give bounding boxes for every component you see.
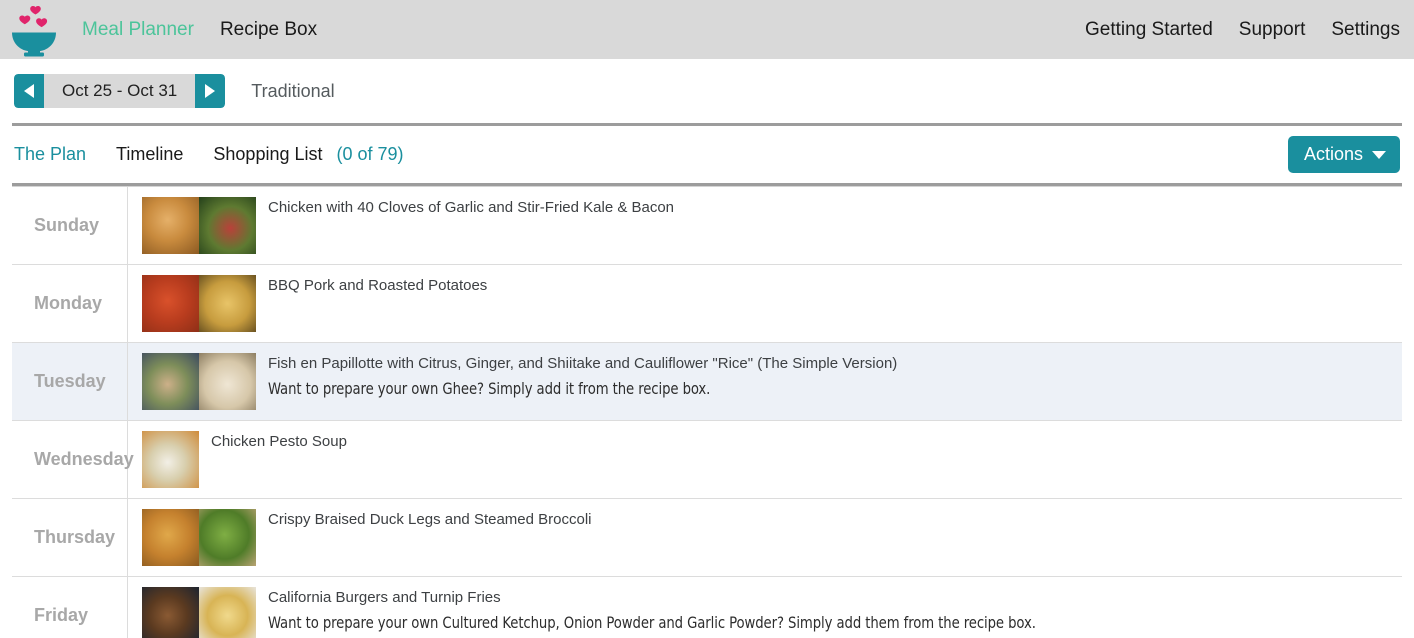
triangle-left-icon <box>24 84 34 98</box>
meal-thumbnail-strip[interactable] <box>142 431 199 488</box>
recipe-link[interactable]: Crispy Braised Duck Legs <box>268 511 441 528</box>
tab-bar: The Plan Timeline Shopping List (0 of 79… <box>0 126 1414 183</box>
day-row: Wednesday Chicken Pesto Soup <box>12 421 1402 499</box>
day-label-wednesday: Wednesday <box>34 449 134 469</box>
recipe-conjunction: and <box>483 199 518 216</box>
nav-link-settings[interactable]: Settings <box>1331 20 1400 39</box>
nav-link-recipe-box[interactable]: Recipe Box <box>220 20 317 39</box>
previous-week-button[interactable] <box>14 74 44 108</box>
day-label-cell: Tuesday <box>12 343 128 420</box>
shopping-list-count[interactable]: (0 of 79) <box>337 144 404 165</box>
meal-title-line: Chicken Pesto Soup <box>211 432 1402 452</box>
recipe-link[interactable]: Roasted Potatoes <box>368 277 487 294</box>
day-content-cell: Chicken Pesto Soup <box>128 421 1402 498</box>
meal-text-block: Fish en Papillotte with Citrus, Ginger, … <box>268 353 1402 398</box>
day-row: Tuesday Fish en Papillotte with Citrus, G… <box>12 343 1402 421</box>
meal-thumbnail-strip[interactable] <box>142 509 256 566</box>
duck-legs-thumb[interactable] <box>142 509 199 566</box>
recipe-conjunction: and <box>600 355 635 372</box>
meal-thumbnail-strip[interactable] <box>142 197 256 254</box>
day-row: Sunday Chicken with 40 Cloves of Garlic a… <box>12 187 1402 265</box>
app-header: Meal Planner Recipe Box Getting Started … <box>0 0 1414 59</box>
recipe-link[interactable]: BBQ Pork <box>268 277 335 294</box>
day-label-cell: Monday <box>12 265 128 342</box>
recipe-conjunction: and <box>440 511 474 528</box>
meal-text-block: California Burgers and Turnip Fries Want … <box>268 587 1402 632</box>
day-label-friday: Friday <box>34 605 89 625</box>
day-label-cell: Sunday <box>12 187 128 264</box>
tab-timeline[interactable]: Timeline <box>116 144 183 165</box>
cauliflower-rice-thumb[interactable] <box>199 353 256 410</box>
nav-link-support[interactable]: Support <box>1239 20 1306 39</box>
date-navigation-bar: Oct 25 - Oct 31 Traditional <box>0 59 1414 123</box>
kale-bacon-thumb[interactable] <box>199 197 256 254</box>
recipe-conjunction: and <box>334 277 369 294</box>
triangle-right-icon <box>205 84 216 98</box>
day-content-cell: BBQ Pork and Roasted Potatoes <box>128 265 1402 342</box>
meal-plan-table: Sunday Chicken with 40 Cloves of Garlic a… <box>12 186 1402 638</box>
day-content-cell: Crispy Braised Duck Legs and Steamed Bro… <box>128 499 1402 576</box>
day-label-cell: Wednesday <box>12 421 134 498</box>
meal-title-line: Fish en Papillotte with Citrus, Ginger, … <box>268 354 1402 374</box>
tab-list: The Plan Timeline Shopping List (0 of 79… <box>14 144 404 165</box>
day-row: Thursday Crispy Braised Duck Legs and Ste… <box>12 499 1402 577</box>
day-label-sunday: Sunday <box>34 215 100 235</box>
chicken-garlic-thumb[interactable] <box>142 197 199 254</box>
tab-the-plan[interactable]: The Plan <box>14 144 86 165</box>
bowl-with-hearts-logo[interactable] <box>8 3 60 57</box>
day-label-cell: Friday <box>12 577 128 638</box>
meal-title-line: BBQ Pork and Roasted Potatoes <box>268 276 1402 296</box>
roasted-potatoes-thumb[interactable] <box>199 275 256 332</box>
utility-nav: Getting Started Support Settings <box>1085 20 1400 39</box>
week-navigator: Oct 25 - Oct 31 <box>14 74 226 108</box>
day-label-thursday: Thursday <box>34 527 116 547</box>
tab-shopping-list[interactable]: Shopping List <box>213 144 322 165</box>
meal-thumbnail-strip[interactable] <box>142 353 256 410</box>
bbq-pork-thumb[interactable] <box>142 275 199 332</box>
recipe-link[interactable]: California Burgers <box>268 589 388 606</box>
recipe-link[interactable]: Steamed Broccoli <box>474 511 592 528</box>
recipe-link[interactable]: Turnip Fries <box>421 589 500 606</box>
meal-title-line: California Burgers and Turnip Fries <box>268 588 1402 608</box>
day-content-cell: Chicken with 40 Cloves of Garlic and Sti… <box>128 187 1402 264</box>
plan-type-label: Traditional <box>251 80 335 101</box>
recipe-link[interactable]: Chicken Pesto Soup <box>211 433 347 450</box>
recipe-link[interactable]: Fish en Papillotte with Citrus, Ginger, … <box>268 355 601 372</box>
meal-text-block: Crispy Braised Duck Legs and Steamed Bro… <box>268 509 1402 530</box>
meal-title-line: Crispy Braised Duck Legs and Steamed Bro… <box>268 510 1402 530</box>
day-row: Friday California Burgers and Turnip Frie… <box>12 577 1402 638</box>
steamed-broccoli-thumb[interactable] <box>199 509 256 566</box>
recipe-link[interactable]: Chicken with 40 Cloves of Garlic <box>268 199 484 216</box>
actions-button[interactable]: Actions <box>1287 136 1400 173</box>
meal-title-line: Chicken with 40 Cloves of Garlic and Sti… <box>268 198 1402 218</box>
california-burgers-thumb[interactable] <box>142 587 199 638</box>
meal-text-block: Chicken Pesto Soup <box>211 431 1402 452</box>
fish-papillote-thumb[interactable] <box>142 353 199 410</box>
meal-text-block: BBQ Pork and Roasted Potatoes <box>268 275 1402 296</box>
prep-note: Want to prepare your own Ghee? Simply ad… <box>268 379 711 398</box>
chicken-pesto-soup-thumb[interactable] <box>142 431 199 488</box>
day-row: Monday BBQ Pork and Roasted Potatoes <box>12 265 1402 343</box>
week-range-label[interactable]: Oct 25 - Oct 31 <box>44 74 196 108</box>
recipe-link[interactable]: Cauliflower "Rice" (The Simple Version) <box>634 355 897 372</box>
recipe-conjunction: and <box>388 589 422 606</box>
prep-note: Want to prepare your own Cultured Ketchu… <box>268 613 1036 632</box>
meal-thumbnail-strip[interactable] <box>142 275 256 332</box>
meal-thumbnail-strip[interactable] <box>142 587 256 638</box>
day-label-tuesday: Tuesday <box>34 371 106 391</box>
primary-nav: Meal Planner Recipe Box <box>82 20 317 39</box>
day-content-cell: California Burgers and Turnip Fries Want … <box>128 577 1402 638</box>
nav-link-getting-started[interactable]: Getting Started <box>1085 20 1213 39</box>
day-label-cell: Thursday <box>12 499 128 576</box>
nav-link-meal-planner[interactable]: Meal Planner <box>82 20 194 39</box>
next-week-button[interactable] <box>195 74 226 108</box>
actions-button-label: Actions <box>1303 144 1363 164</box>
chevron-down-icon <box>1372 150 1386 159</box>
day-label-monday: Monday <box>34 293 103 313</box>
recipe-link[interactable]: Stir-Fried Kale & Bacon <box>517 199 674 216</box>
meal-text-block: Chicken with 40 Cloves of Garlic and Sti… <box>268 197 1402 218</box>
day-content-cell: Fish en Papillotte with Citrus, Ginger, … <box>128 343 1402 420</box>
turnip-fries-thumb[interactable] <box>199 587 256 638</box>
